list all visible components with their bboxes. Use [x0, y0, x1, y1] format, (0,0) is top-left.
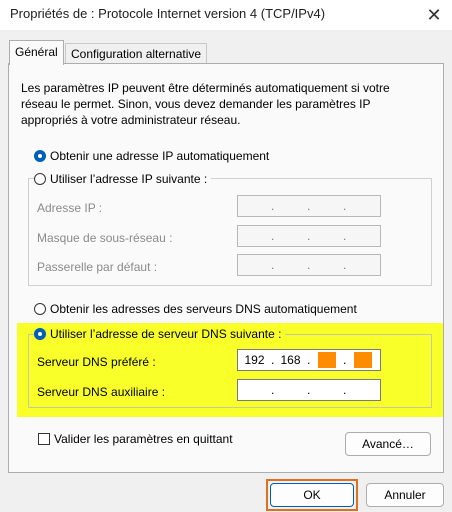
cancel-button[interactable]: Annuler: [366, 483, 444, 507]
ip-auto-option[interactable]: Obtenir une adresse IP automatiquement: [34, 149, 269, 163]
ip-manual-option[interactable]: Utiliser l’adresse IP suivante :: [34, 172, 212, 186]
tab-alternate-config[interactable]: Configuration alternative: [65, 43, 208, 64]
dns-preferred-label: Serveur DNS préféré :: [37, 355, 156, 369]
dns-preferred-input[interactable]: 192 . 168 . .: [237, 349, 381, 371]
ip-auto-radio[interactable]: [34, 150, 46, 162]
dns-auto-option[interactable]: Obtenir les adresses des serveurs DNS au…: [34, 302, 357, 316]
ip-auto-label: Obtenir une adresse IP automatiquement: [50, 149, 270, 163]
ip-address-label: Adresse IP :: [37, 201, 103, 215]
dns-alternate-input[interactable]: ...: [237, 379, 381, 401]
redaction-block: [353, 352, 372, 368]
ip-manual-label: Utiliser l’adresse IP suivante :: [50, 172, 208, 186]
subnet-mask-label: Masque de sous-réseau :: [37, 231, 173, 245]
dns-preferred-octet-2: 168: [280, 353, 301, 367]
tab-general[interactable]: Général: [9, 40, 64, 65]
dns-preferred-octet-3: [310, 352, 343, 368]
dns-manual-option[interactable]: Utiliser l’adresse de serveur DNS suivan…: [34, 327, 286, 341]
validate-checkbox[interactable]: [38, 433, 50, 445]
ok-button[interactable]: OK: [270, 483, 354, 507]
close-icon: ✕: [426, 4, 442, 25]
dns-preferred-octet-4: [346, 352, 379, 368]
window-title: Propriétés de : Protocole Internet versi…: [10, 6, 326, 21]
advanced-button[interactable]: Avancé…: [345, 432, 431, 456]
ip-address-input[interactable]: ...: [237, 195, 381, 217]
validate-option[interactable]: Valider les paramètres en quittant: [38, 432, 233, 446]
ip-manual-radio[interactable]: [34, 173, 46, 185]
dns-auto-label: Obtenir les adresses des serveurs DNS au…: [50, 302, 357, 316]
dns-manual-radio[interactable]: [34, 328, 46, 340]
validate-label: Valider les paramètres en quittant: [54, 432, 233, 446]
dns-manual-label: Utiliser l’adresse de serveur DNS suivan…: [50, 327, 282, 341]
description-text: Les paramètres IP peuvent être déterminé…: [21, 81, 390, 127]
dns-preferred-octet-1: 192: [244, 353, 265, 367]
redaction-block: [317, 352, 336, 368]
gateway-input[interactable]: ...: [237, 254, 381, 276]
dns-auto-radio[interactable]: [34, 303, 46, 315]
dns-alternate-label: Serveur DNS auxiliaire :: [37, 385, 166, 399]
close-button[interactable]: ✕: [418, 2, 450, 28]
gateway-label: Passerelle par défaut :: [37, 260, 158, 274]
subnet-mask-input[interactable]: ...: [237, 225, 381, 247]
